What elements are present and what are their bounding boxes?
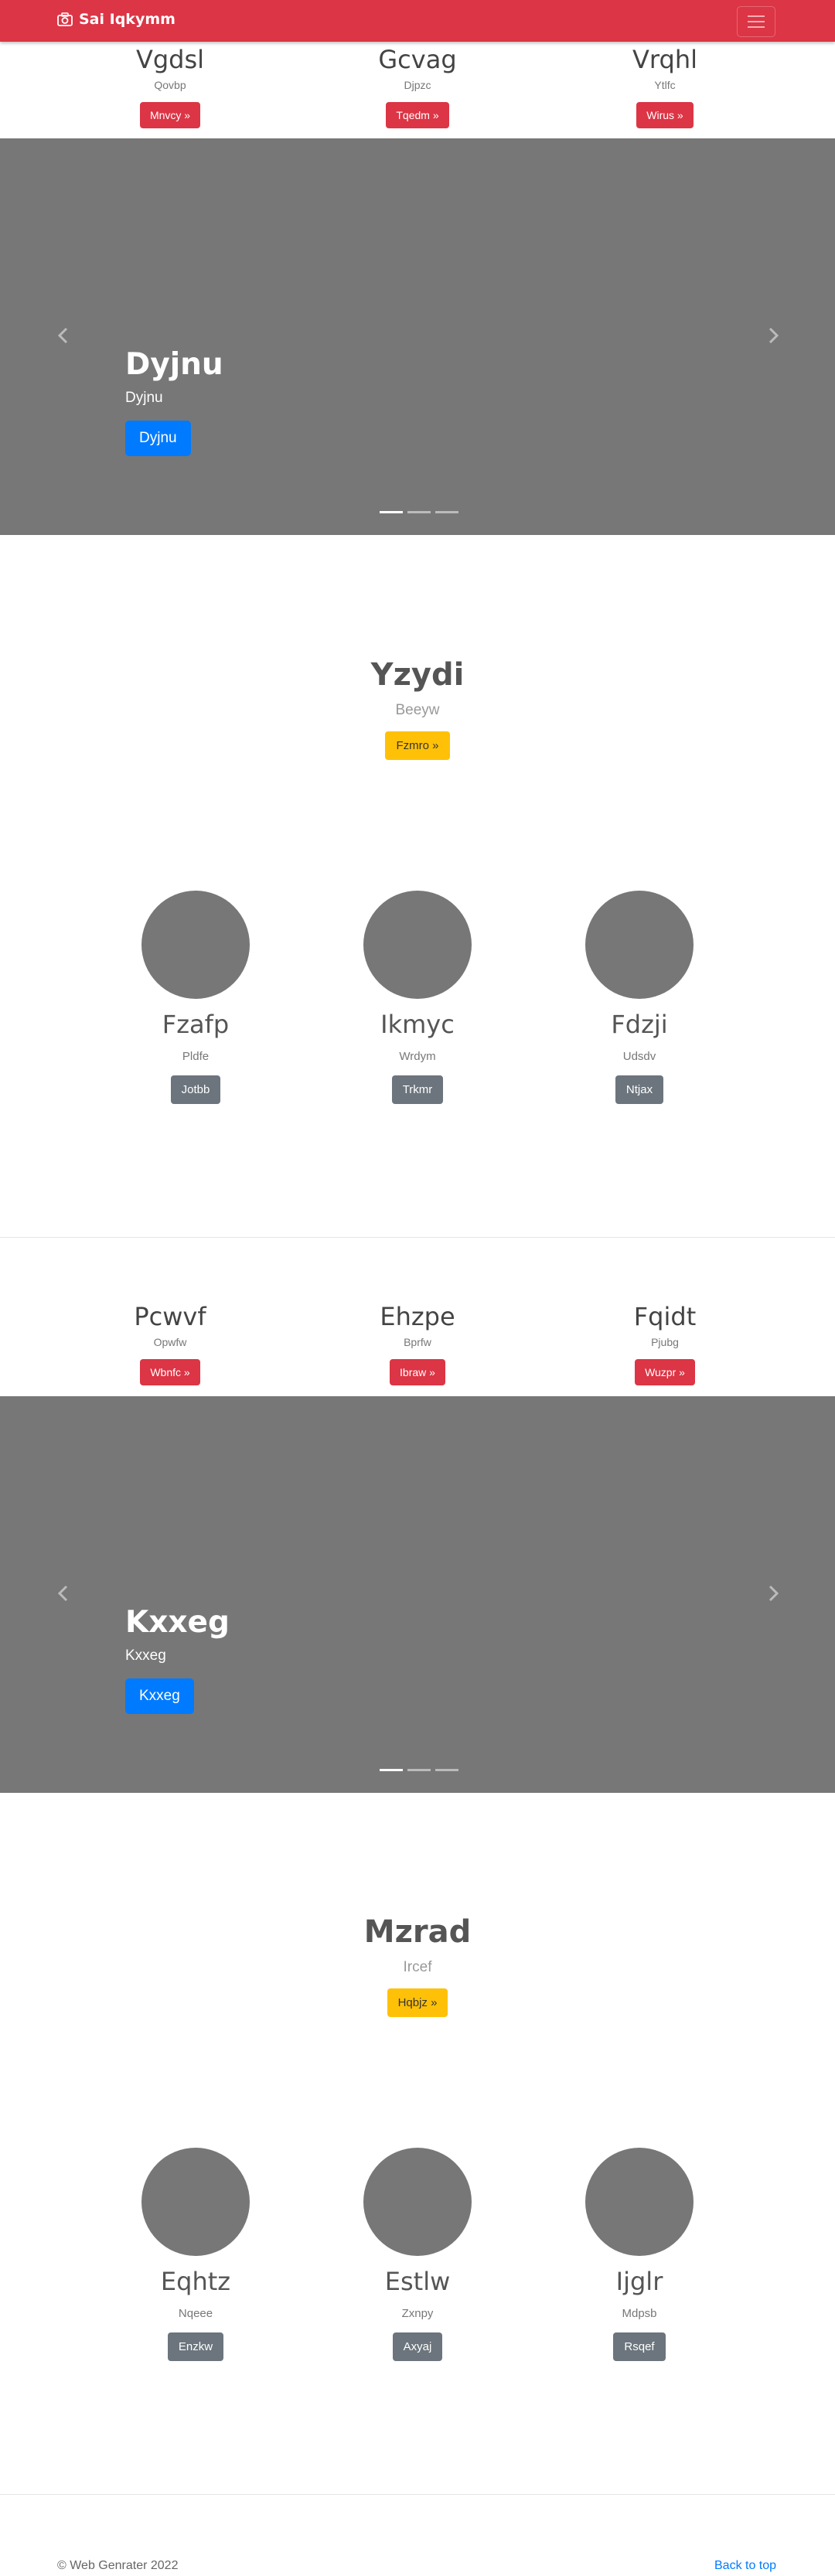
carousel-button[interactable]: Dyjnu: [125, 421, 191, 456]
trio-column: Gcvag Djpzc Tqedm »: [332, 45, 503, 128]
feature-title: Eqhtz: [160, 2267, 231, 2296]
brand-link[interactable]: Sai Iqkymm: [57, 11, 176, 28]
feature-card: Ijglr Mdpsb Rsqef: [547, 2148, 732, 2361]
carousel-button[interactable]: Kxxeg: [125, 1678, 194, 1714]
carousel-indicator[interactable]: [407, 511, 431, 513]
carousel-indicator[interactable]: [380, 1769, 403, 1771]
carousel-indicator[interactable]: [380, 511, 403, 513]
feature-image: [363, 891, 472, 999]
feature-image: [141, 891, 250, 999]
carousel-caption: Kxxeg Kxxeg Kxxeg: [125, 1605, 230, 1714]
carousel-indicator[interactable]: [435, 511, 458, 513]
carousel-title: Kxxeg: [125, 1605, 230, 1640]
feature-text: Udsdv: [622, 1050, 656, 1063]
section-divider: [0, 1237, 835, 1238]
feature-image: [363, 2148, 472, 2256]
footer-copyright: © Web Genrater 2022: [57, 2559, 179, 2572]
feature-button[interactable]: Enzkw: [167, 2332, 224, 2361]
column-text: Bprfw: [404, 1336, 431, 1348]
feature-title: Ijglr: [615, 2267, 663, 2296]
feature-text: Wrdym: [399, 1050, 436, 1063]
hero-button[interactable]: Fzmro »: [385, 731, 450, 760]
carousel-title: Dyjnu: [125, 347, 223, 382]
feature-card: Eqhtz Nqeee Enzkw: [103, 2148, 288, 2361]
feature-title: Fdzji: [611, 1010, 668, 1039]
column-title: Fqidt: [633, 1302, 697, 1331]
feature-card: Fdzji Udsdv Ntjax: [547, 891, 732, 1104]
trio-column: Ehzpe Bprfw Ibraw »: [332, 1302, 503, 1385]
chevron-right-icon[interactable]: [765, 325, 781, 346]
feature-image: [585, 2148, 694, 2256]
feature-image: [141, 2148, 250, 2256]
column-text: Ytlfc: [654, 79, 676, 91]
feature-text: Mdpsb: [622, 2307, 657, 2320]
feature-button[interactable]: Rsqef: [613, 2332, 666, 2361]
hero-title: Mzrad: [363, 1914, 472, 1950]
carousel-indicator[interactable]: [407, 1769, 431, 1771]
carousel: Kxxeg Kxxeg Kxxeg: [0, 1396, 835, 1793]
column-title: Ehzpe: [380, 1302, 455, 1331]
carousel-indicators: [377, 511, 461, 513]
chevron-left-icon[interactable]: [56, 1583, 71, 1603]
navbar-toggler[interactable]: [737, 6, 775, 37]
feature-image: [585, 891, 694, 999]
hero-button[interactable]: Hqbjz »: [387, 1988, 448, 2017]
hero-block: Yzydi Beeyw Fzmro »: [0, 657, 835, 760]
column-text: Djpzc: [404, 79, 431, 91]
column-button[interactable]: Mnvcy »: [139, 102, 201, 128]
feature-button[interactable]: Trkmr: [391, 1075, 444, 1104]
back-to-top-link[interactable]: Back to top: [714, 2559, 776, 2573]
feature-button[interactable]: Ntjax: [615, 1075, 664, 1104]
carousel-caption: Dyjnu Dyjnu Dyjnu: [125, 347, 223, 456]
chevron-left-icon[interactable]: [56, 325, 71, 346]
chevron-right-icon[interactable]: [765, 1583, 781, 1603]
column-button[interactable]: Wirus »: [636, 102, 694, 128]
camera-icon: [57, 12, 73, 26]
hero-text: Ircef: [403, 1959, 432, 1975]
feature-card: Fzafp Pldfe Jotbb: [103, 891, 288, 1104]
feature-text: Zxnpy: [401, 2307, 434, 2320]
carousel-text: Dyjnu: [125, 390, 163, 406]
hamburger-line: [748, 21, 765, 22]
hero-title: Yzydi: [370, 657, 465, 693]
column-title: Pcwvf: [134, 1302, 206, 1331]
feature-card: Estlw Zxnpy Axyaj: [325, 2148, 510, 2361]
carousel-indicators: [377, 1769, 461, 1771]
column-title: Vgdsl: [135, 45, 205, 74]
navbar: Sai Iqkymm: [0, 0, 835, 42]
brand-name: Sai Iqkymm: [79, 11, 176, 28]
trio-column: Fqidt Pjubg Wuzpr »: [580, 1302, 750, 1385]
hero-text: Beeyw: [395, 702, 440, 718]
feature-title: Fzafp: [162, 1010, 230, 1039]
feature-text: Pldfe: [182, 1050, 210, 1063]
column-button[interactable]: Ibraw »: [390, 1359, 445, 1385]
column-title: Vrqhl: [632, 45, 697, 74]
carousel-text: Kxxeg: [125, 1647, 166, 1664]
trio-column: Pcwvf Opwfw Wbnfc »: [85, 1302, 255, 1385]
feature-text: Nqeee: [178, 2307, 213, 2320]
carousel: Dyjnu Dyjnu Dyjnu: [0, 138, 835, 535]
hamburger-icon: [748, 15, 765, 17]
carousel-indicator[interactable]: [435, 1769, 458, 1771]
column-title: Gcvag: [378, 45, 457, 74]
feature-title: Ikmyc: [380, 1010, 455, 1039]
column-text: Qovbp: [154, 79, 186, 91]
feature-button[interactable]: Axyaj: [392, 2332, 443, 2361]
feature-card: Ikmyc Wrdym Trkmr: [325, 891, 510, 1104]
trio-column: Vgdsl Qovbp Mnvcy »: [85, 45, 255, 128]
feature-title: Estlw: [384, 2267, 451, 2296]
feature-button[interactable]: Jotbb: [170, 1075, 221, 1104]
column-text: Opwfw: [153, 1336, 187, 1348]
column-text: Pjubg: [651, 1336, 679, 1348]
trio-column: Vrqhl Ytlfc Wirus »: [580, 45, 750, 128]
hero-block: Mzrad Ircef Hqbjz »: [0, 1914, 835, 2017]
section-divider: [0, 2494, 835, 2495]
hamburger-line: [748, 26, 765, 28]
column-button[interactable]: Tqedm »: [386, 102, 449, 128]
column-button[interactable]: Wuzpr »: [635, 1359, 695, 1385]
column-button[interactable]: Wbnfc »: [140, 1359, 200, 1385]
